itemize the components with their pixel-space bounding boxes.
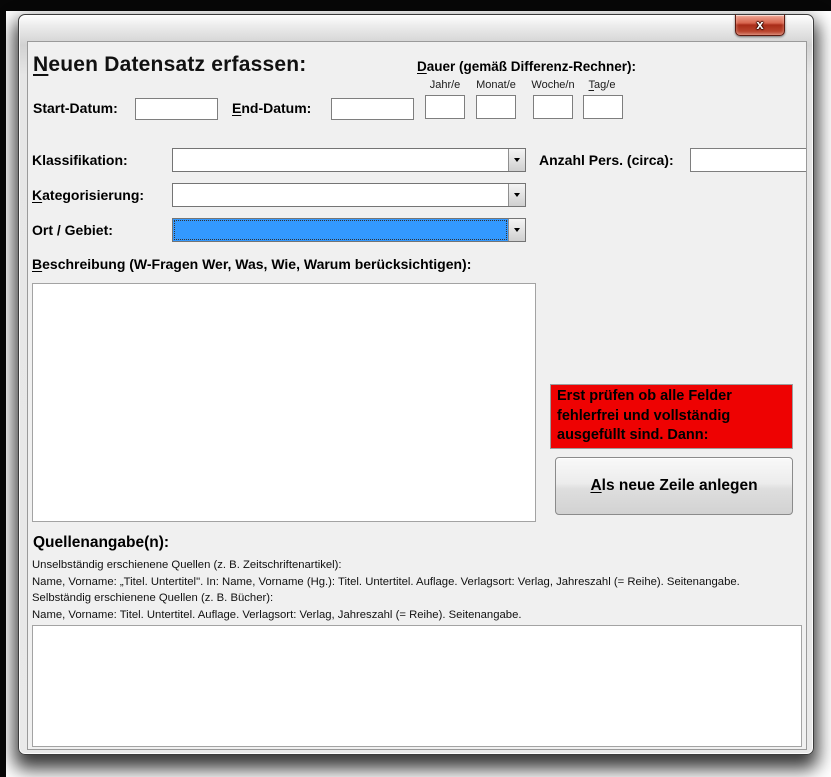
chevron-down-icon [514, 193, 520, 197]
close-button[interactable]: x [735, 14, 785, 36]
weeks-input[interactable] [533, 95, 573, 119]
kategorisierung-dropdown-button[interactable] [508, 184, 525, 206]
ort-gebiet-combobox[interactable] [172, 218, 526, 242]
years-label: Jahr/e [419, 79, 471, 92]
dialog-window: x Neuen Datensatz erfassen: Dauer (gemäß… [18, 14, 814, 755]
quellen-hints: Unselbständig erschienene Quellen (z. B.… [32, 557, 740, 623]
beschreibung-textarea[interactable] [32, 283, 536, 522]
duration-section-label: Dauer (gemäß Differenz-Rechner): [417, 59, 636, 74]
warning-line: ausgefüllt sind. Dann: [557, 426, 786, 446]
ort-gebiet-dropdown-button[interactable] [508, 219, 525, 241]
warning-panel: Erst prüfen ob alle Felder fehlerfrei un… [550, 384, 793, 449]
quellen-hint-line: Name, Vorname: Titel. Untertitel. Auflag… [32, 607, 740, 624]
chevron-down-icon [514, 158, 520, 162]
klassifikation-dropdown-button[interactable] [508, 149, 525, 171]
start-date-input[interactable] [135, 98, 218, 120]
kategorisierung-value[interactable] [173, 184, 508, 206]
warning-line: fehlerfrei und vollständig [557, 407, 786, 427]
klassifikation-label: Klassifikation: [32, 152, 128, 168]
ort-gebiet-label: Ort / Gebiet: [32, 222, 113, 238]
years-input[interactable] [425, 95, 465, 119]
kategorisierung-combobox[interactable] [172, 183, 526, 207]
weeks-label: Woche/n [527, 79, 579, 92]
beschreibung-label: Beschreibung (W-Fragen Wer, Was, Wie, Wa… [32, 256, 471, 272]
kategorisierung-label: Kategorisierung: [32, 187, 144, 203]
days-input[interactable] [583, 95, 623, 119]
close-icon: x [756, 17, 763, 32]
anzahl-input[interactable] [690, 148, 807, 172]
background-left-band [0, 0, 6, 777]
title-bar[interactable]: x [19, 15, 813, 41]
klassifikation-combobox[interactable] [172, 148, 526, 172]
add-row-button[interactable]: Als neue Zeile anlegen [555, 457, 793, 515]
end-date-input[interactable] [331, 98, 414, 120]
ort-gebiet-value[interactable] [173, 219, 508, 241]
months-input[interactable] [476, 95, 516, 119]
quellen-hint-line: Unselbständig erschienene Quellen (z. B.… [32, 557, 740, 574]
page-title: Neuen Datensatz erfassen: [33, 53, 306, 77]
anzahl-label: Anzahl Pers. (circa): [539, 152, 674, 168]
klassifikation-value[interactable] [173, 149, 508, 171]
quellen-hint-line: Selbständig erschienene Quellen (z. B. B… [32, 590, 740, 607]
form-client-area: Neuen Datensatz erfassen: Dauer (gemäß D… [27, 41, 807, 750]
quellen-heading: Quellenangabe(n): [33, 534, 169, 552]
days-label: Tag/e [576, 79, 628, 92]
months-label: Monat/e [470, 79, 522, 92]
warning-line: Erst prüfen ob alle Felder [557, 387, 786, 407]
end-date-label: End-Datum: [232, 100, 311, 116]
background-top-band [0, 0, 831, 11]
quellen-hint-line: Name, Vorname: „Titel. Untertitel". In: … [32, 574, 740, 591]
chevron-down-icon [514, 228, 520, 232]
start-date-label: Start-Datum: [33, 100, 118, 116]
quellen-textarea[interactable] [32, 625, 802, 747]
